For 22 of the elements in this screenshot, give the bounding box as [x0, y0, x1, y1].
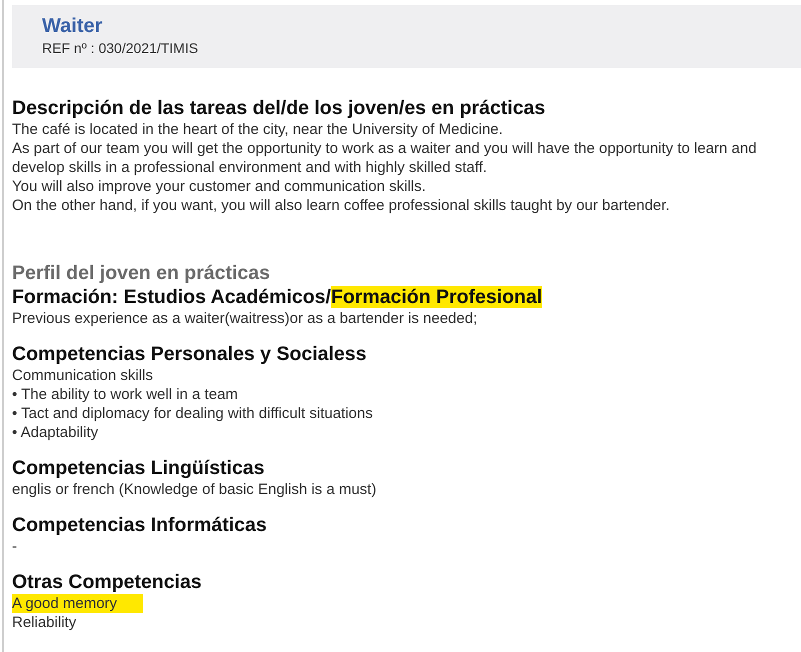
description-text: On the other hand, if you want, you will also learn coffee professional skills taught by our bartender.: [12, 196, 671, 215]
job-title: Waiter: [42, 14, 104, 39]
section-heading: Formación: Estudios Académicos/Formación Profesional: [12, 285, 544, 309]
description-text: As part of our team you will get the opportunity to work as a waiter and you will have the opportunity to learn and develop skills in a professional environment and with highly skilled staff.: [12, 139, 758, 177]
requirement-text: englis or french (Knowledge of basic English is a must): [12, 480, 376, 499]
requirement-text: • The ability to work well in a team: [12, 385, 238, 404]
requirement-text: -: [12, 537, 17, 556]
requirement-text: A good memory: [12, 594, 144, 613]
requirement-text: Communication skills: [12, 366, 153, 385]
requirement-text: Reliability: [12, 613, 76, 632]
section-heading: Competencias Lingüísticas: [12, 456, 266, 480]
description-text: The café is located in the heart of the city, near the University of Medicine.: [12, 120, 504, 139]
section-heading: Descripción de las tareas del/de los joven/es en prácticas: [12, 96, 546, 120]
description-text: You will also improve your customer and communication skills.: [12, 177, 427, 196]
requirement-text: Previous experience as a waiter(waitress)or as a bartender is needed;: [12, 309, 478, 328]
section-heading: Competencias Informáticas: [12, 513, 268, 537]
profile-heading: Perfil del joven en prácticas: [12, 261, 271, 285]
section-heading: Competencias Personales y Socialess: [12, 342, 368, 366]
reference-number: REF nº : 030/2021/TIMIS: [42, 39, 200, 57]
requirement-text: • Tact and diplomacy for dealing with difficult situations: [12, 404, 373, 423]
requirement-text: • Adaptability: [12, 423, 98, 442]
section-heading: Otras Competencias: [12, 570, 203, 594]
